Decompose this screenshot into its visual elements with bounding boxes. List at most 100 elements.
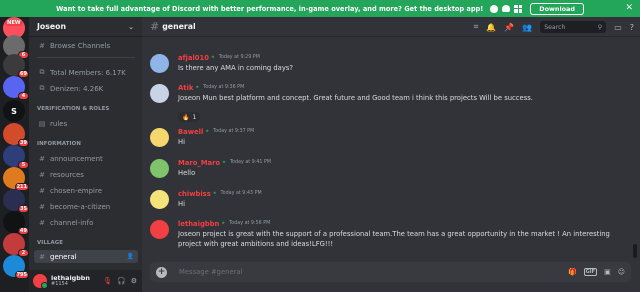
search-input[interactable]: Search ⚲: [540, 21, 607, 33]
apple-icon: [490, 4, 499, 13]
channel-label: resources: [50, 170, 84, 179]
guild-name: Joseon: [37, 22, 67, 31]
category-village[interactable]: VILLAGE: [37, 240, 63, 246]
server-icon[interactable]: 5: [3, 145, 29, 169]
message-author[interactable]: Bawell: [178, 128, 203, 136]
channel-general[interactable]: # general 👤: [34, 250, 138, 263]
channels-icon: #: [39, 41, 45, 50]
channel-label: become-a-citizen: [50, 202, 111, 211]
role-icon: ⭑: [210, 53, 215, 61]
stats-icon: ⧉: [39, 68, 45, 76]
inbox-icon[interactable]: ▭: [614, 23, 622, 32]
channel-rules[interactable]: ▤ rules: [34, 117, 138, 130]
browse-channels-label: Browse Channels: [50, 41, 111, 50]
guild-header[interactable]: Joseon ⌄: [29, 17, 142, 37]
channel-chosen-empire[interactable]: # chosen-empire: [34, 184, 138, 197]
rules-icon: ▤: [38, 119, 46, 128]
user-info[interactable]: lethaigbbn #1154: [51, 274, 90, 287]
server-icon[interactable]: 49: [3, 211, 29, 235]
members-icon[interactable]: 👥: [522, 23, 532, 32]
message-text: Is there any AMA in coming days?: [178, 64, 294, 72]
gear-icon[interactable]: ⚙: [131, 277, 137, 285]
message-author[interactable]: lethaigbbn: [178, 220, 219, 228]
emoji-icon[interactable]: ☺: [618, 268, 625, 276]
avatar[interactable]: [33, 274, 48, 289]
channel-label: channel-info: [50, 218, 94, 227]
pin-icon[interactable]: 📌: [504, 23, 514, 32]
gift-icon[interactable]: 🎁: [568, 268, 577, 276]
server-icon[interactable]: 211: [3, 167, 29, 191]
avatar[interactable]: [150, 159, 169, 178]
search-icon: ⚲: [597, 23, 603, 31]
avatar[interactable]: [150, 54, 169, 73]
message-timestamp: Today at 9:41 PM: [229, 160, 272, 165]
help-icon[interactable]: ?: [630, 23, 634, 32]
channel-become-a-citizen[interactable]: # become-a-citizen: [34, 200, 138, 213]
role-icon: ⭑: [222, 158, 226, 166]
message-timestamp: Today at 9:43 PM: [220, 191, 262, 196]
message-timestamp: Today at 9:29 PM: [218, 55, 260, 60]
avatar[interactable]: [150, 128, 169, 147]
chevron-down-icon[interactable]: ⌄: [128, 23, 134, 31]
mute-microphone-icon[interactable]: 🎙: [103, 277, 112, 285]
add-attachment-icon[interactable]: +: [156, 266, 167, 278]
add-member-icon[interactable]: 👤: [127, 253, 134, 260]
close-icon[interactable]: ✕: [625, 3, 633, 13]
new-label: NEW: [5, 20, 23, 26]
avatar[interactable]: [150, 84, 169, 103]
server-rail: NEW 6 69 4 S 39 5 211 35 49 2 795: [0, 17, 29, 292]
message-author[interactable]: chiwbiss: [178, 190, 211, 198]
stat-total-members[interactable]: ⧉ Total Members: 6.17K: [34, 66, 138, 79]
mention-badge: 795: [14, 271, 29, 279]
message-text: Hello: [178, 169, 196, 177]
browse-channels[interactable]: # Browse Channels: [34, 39, 138, 52]
scrollbar[interactable]: [633, 244, 637, 258]
message-author[interactable]: Atik: [178, 84, 193, 92]
role-icon: ⭑: [221, 219, 226, 227]
headphones-icon[interactable]: 🎧: [117, 277, 126, 285]
hashtag-icon: #: [39, 252, 45, 261]
server-icon[interactable]: 35: [3, 189, 29, 213]
hashtag-icon: #: [39, 218, 45, 227]
channel-resources[interactable]: # resources: [34, 168, 138, 181]
message-timestamp: Today at 9:56 PM: [229, 221, 271, 226]
search-placeholder: Search: [544, 23, 566, 31]
server-icon[interactable]: 69: [3, 54, 29, 78]
avatar[interactable]: [150, 190, 169, 209]
server-icon[interactable]: 795: [3, 255, 29, 279]
channel-channel-info[interactable]: # channel-info: [34, 216, 138, 229]
download-banner: Want to take full advantage of Discord w…: [0, 0, 640, 17]
channel-announcement[interactable]: # announcement: [34, 152, 138, 165]
message-text: Joseon Mun best platform and concept. Gr…: [178, 94, 533, 102]
server-icon[interactable]: 4: [3, 76, 29, 100]
role-icon: ⭑: [195, 83, 200, 91]
channel-header: # general ⌗ 🔔 📌 👥 Search ⚲ ▭ ?: [142, 17, 640, 37]
message-composer[interactable]: + Message #general 🎁 GIF ▣ ☺: [150, 262, 631, 282]
download-button[interactable]: Download: [530, 2, 584, 15]
bell-icon[interactable]: 🔔: [486, 23, 496, 32]
banner-text: Want to take full advantage of Discord w…: [56, 4, 484, 13]
windows-icon: [514, 4, 523, 13]
avatar[interactable]: [150, 220, 169, 239]
server-icon[interactable]: 2: [3, 233, 29, 257]
category-verification[interactable]: VERIFICATION & ROLES: [37, 106, 109, 112]
role-icon: ⭑: [212, 189, 217, 197]
reaction[interactable]: 🔥 1: [178, 112, 201, 123]
hashtag-icon: #: [39, 186, 45, 195]
android-icon: [502, 4, 511, 12]
message-timestamp: Today at 9:36 PM: [203, 85, 245, 90]
stat-denizen[interactable]: ⧉ Denizen: 4.26K: [34, 82, 138, 95]
sticker-icon[interactable]: ▣: [604, 268, 611, 276]
server-icon[interactable]: S: [3, 100, 25, 122]
threads-icon[interactable]: ⌗: [474, 22, 479, 32]
gif-icon[interactable]: GIF: [583, 268, 598, 276]
message-timestamp: Today at 9:37 PM: [213, 129, 255, 134]
channel-label: rules: [50, 119, 68, 128]
category-information[interactable]: INFORMATION: [37, 141, 81, 147]
fire-emoji-icon: 🔥: [182, 113, 190, 121]
message-input[interactable]: Message #general: [179, 268, 242, 276]
message-author[interactable]: afjal010: [178, 54, 209, 62]
message-author[interactable]: Maro_Maro: [178, 159, 220, 167]
announcement-icon: #: [39, 154, 45, 163]
server-icon[interactable]: 39: [3, 123, 29, 147]
